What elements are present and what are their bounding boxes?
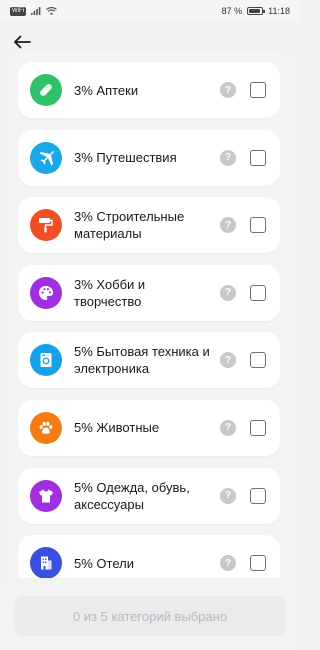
battery-percent: 87 % xyxy=(221,6,243,16)
status-right: 87 % 11:18 xyxy=(222,6,290,16)
category-checkbox[interactable] xyxy=(250,149,266,166)
paw-icon xyxy=(30,411,62,444)
category-checkbox[interactable] xyxy=(250,284,266,301)
category-label: 5% Одежда, обувь, аксессуары xyxy=(74,479,190,512)
category-card[interactable]: 5% Животные ? xyxy=(18,399,280,456)
arrow-left-icon xyxy=(14,35,31,49)
battery-icon xyxy=(247,7,266,15)
help-icon[interactable]: ? xyxy=(220,284,236,301)
category-card[interactable]: 5% Одежда, обувь, аксессуары ? xyxy=(18,467,280,524)
selection-count-button[interactable]: 0 из 5 категорий выбрано xyxy=(14,596,286,636)
category-checkbox[interactable] xyxy=(250,217,266,234)
category-sheet: 3% Аптеки ? 3% Путешествия ? 3% Строител… xyxy=(6,52,294,650)
help-icon[interactable]: ? xyxy=(220,82,236,98)
category-card[interactable]: 3% Строительные материалы ? xyxy=(18,197,280,254)
category-checkbox[interactable] xyxy=(250,555,266,572)
category-label: 3% Хобби и творчество xyxy=(74,276,146,309)
category-list: 3% Аптеки ? 3% Путешествия ? 3% Строител… xyxy=(18,62,282,603)
category-card[interactable]: 3% Аптеки ? xyxy=(18,62,280,118)
palette-icon xyxy=(30,276,62,309)
category-card[interactable]: 5% Бытовая техника и электроника ? xyxy=(18,332,280,389)
category-label: 5% Бытовая техника и электроника xyxy=(74,344,210,377)
category-label: 5% Отели xyxy=(74,555,134,571)
category-checkbox[interactable] xyxy=(250,82,266,98)
help-icon[interactable]: ? xyxy=(220,217,236,234)
category-label: 3% Аптеки xyxy=(74,82,139,98)
bottom-panel: 0 из 5 категорий выбрано xyxy=(0,578,300,650)
airplane-icon xyxy=(30,141,62,174)
help-icon[interactable]: ? xyxy=(220,487,236,504)
clock: 11:18 xyxy=(268,6,290,16)
category-card[interactable]: 3% Хобби и творчество ? xyxy=(18,264,280,321)
category-checkbox[interactable] xyxy=(250,352,266,369)
category-label: 3% Строительные материалы xyxy=(74,209,185,242)
category-label: 3% Путешествия xyxy=(74,150,177,166)
help-icon[interactable]: ? xyxy=(220,352,236,369)
pill-icon xyxy=(30,74,62,106)
wifi-icon xyxy=(46,7,57,15)
cellular-signal-icon xyxy=(31,7,41,15)
help-icon[interactable]: ? xyxy=(220,555,236,572)
battery-fill xyxy=(249,9,260,13)
network-badge: WiFi xyxy=(10,6,26,16)
status-bar: WiFi 87 % 11:18 xyxy=(0,0,300,22)
paint-roller-icon xyxy=(30,209,62,242)
tshirt-icon xyxy=(30,479,62,512)
washing-machine-icon xyxy=(30,344,62,377)
help-icon[interactable]: ? xyxy=(220,419,236,436)
category-checkbox[interactable] xyxy=(250,419,266,436)
help-icon[interactable]: ? xyxy=(220,149,236,166)
hotel-icon xyxy=(30,547,62,580)
category-checkbox[interactable] xyxy=(250,487,266,504)
category-card[interactable]: 3% Путешествия ? xyxy=(18,129,280,186)
back-button[interactable] xyxy=(10,30,34,54)
status-left: WiFi xyxy=(10,6,57,16)
category-label: 5% Животные xyxy=(74,420,160,436)
